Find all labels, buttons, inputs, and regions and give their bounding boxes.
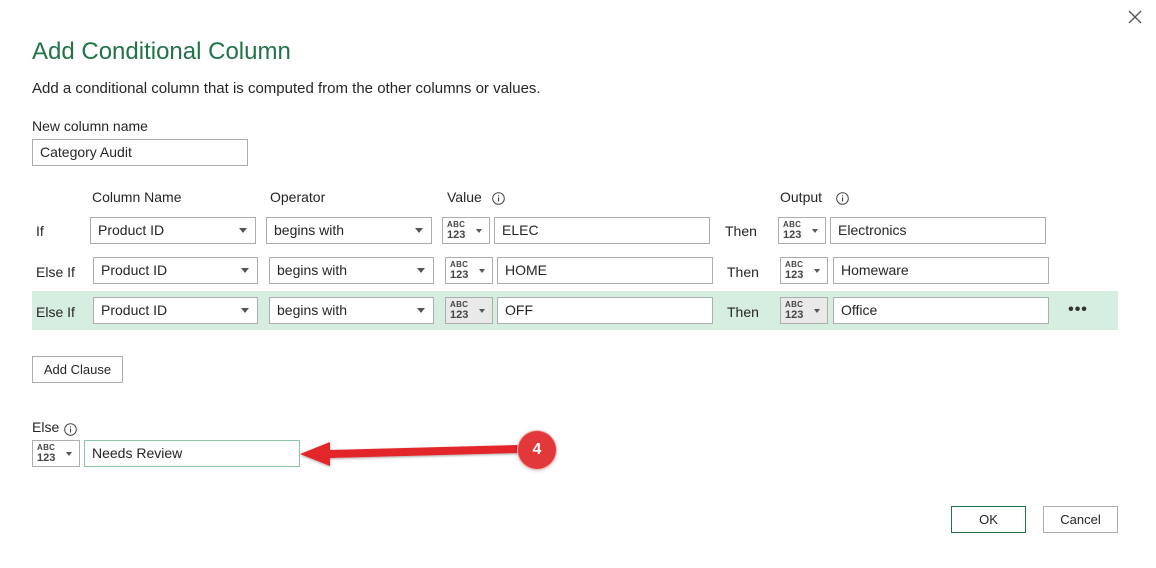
type-icon-abc: ABC xyxy=(450,300,469,309)
clause-output-input[interactable]: Office xyxy=(833,297,1049,324)
dropdown-value: begins with xyxy=(274,222,345,238)
clause-keyword: Else If xyxy=(36,304,75,320)
clause-output-input[interactable]: Electronics xyxy=(830,217,1046,244)
dialog-title: Add Conditional Column xyxy=(32,38,291,65)
type-icon-123: 123 xyxy=(37,452,56,464)
then-label: Then xyxy=(727,304,759,320)
else-label: Else xyxy=(32,419,60,435)
chevron-down-icon xyxy=(417,268,425,273)
else-info-icon[interactable] xyxy=(64,423,77,436)
else-type-button[interactable]: ABC 123 xyxy=(32,440,80,467)
clause-operator-dropdown[interactable]: begins with xyxy=(269,297,434,324)
chevron-down-icon xyxy=(241,308,249,313)
clause-keyword: Else If xyxy=(36,264,75,280)
close-icon xyxy=(1128,10,1142,24)
ok-button[interactable]: OK xyxy=(951,506,1026,533)
new-column-name-label: New column name xyxy=(32,118,148,134)
chevron-down-icon xyxy=(812,229,818,233)
dialog-subtitle: Add a conditional column that is compute… xyxy=(32,80,541,97)
value-type-button[interactable]: ABC 123 xyxy=(445,297,493,324)
dropdown-value: begins with xyxy=(277,302,348,318)
type-icon-abc: ABC xyxy=(785,260,804,269)
value-type-button[interactable]: ABC 123 xyxy=(445,257,493,284)
new-column-name-input[interactable]: Category Audit xyxy=(32,139,248,166)
more-options-button[interactable]: ••• xyxy=(1064,300,1092,320)
output-type-button[interactable]: ABC 123 xyxy=(778,217,826,244)
close-button[interactable] xyxy=(1124,6,1146,28)
output-info-icon[interactable] xyxy=(836,192,849,205)
header-operator: Operator xyxy=(270,189,326,205)
clause-value-input[interactable]: OFF xyxy=(497,297,713,324)
header-output: Output xyxy=(780,189,823,205)
clause-value-input[interactable]: HOME xyxy=(497,257,713,284)
chevron-down-icon xyxy=(476,229,482,233)
dropdown-value: Product ID xyxy=(101,302,168,318)
type-icon-abc: ABC xyxy=(37,443,56,452)
then-label: Then xyxy=(725,223,757,239)
clause-keyword: If xyxy=(36,223,44,239)
clause-value-input[interactable]: ELEC xyxy=(494,217,710,244)
header-value: Value xyxy=(447,189,482,205)
chevron-down-icon xyxy=(814,309,820,313)
type-icon-123: 123 xyxy=(450,309,469,321)
type-icon-123: 123 xyxy=(447,229,466,241)
clause-operator-dropdown[interactable]: begins with xyxy=(269,257,434,284)
dropdown-value: Product ID xyxy=(98,222,165,238)
cancel-button[interactable]: Cancel xyxy=(1043,506,1118,533)
type-icon-abc: ABC xyxy=(783,220,802,229)
clause-column-dropdown[interactable]: Product ID xyxy=(93,257,258,284)
value-info-icon[interactable] xyxy=(492,192,505,205)
chevron-down-icon xyxy=(66,452,72,456)
clause-output-input[interactable]: Homeware xyxy=(833,257,1049,284)
type-icon-123: 123 xyxy=(783,229,802,241)
else-value-input[interactable]: Needs Review xyxy=(84,440,300,467)
chevron-down-icon xyxy=(814,269,820,273)
output-type-button[interactable]: ABC 123 xyxy=(780,297,828,324)
add-clause-button[interactable]: Add Clause xyxy=(32,356,123,383)
type-icon-123: 123 xyxy=(450,269,469,281)
header-column-name: Column Name xyxy=(92,189,182,205)
chevron-down-icon xyxy=(241,268,249,273)
dropdown-value: Product ID xyxy=(101,262,168,278)
value-type-button[interactable]: ABC 123 xyxy=(442,217,490,244)
chevron-down-icon xyxy=(479,269,485,273)
type-icon-abc: ABC xyxy=(450,260,469,269)
clause-column-dropdown[interactable]: Product ID xyxy=(90,217,256,244)
chevron-down-icon xyxy=(415,228,423,233)
chevron-down-icon xyxy=(479,309,485,313)
step-number-badge: 4 xyxy=(518,431,556,469)
type-icon-123: 123 xyxy=(785,269,804,281)
chevron-down-icon xyxy=(417,308,425,313)
add-conditional-column-dialog: Add Conditional Column Add a conditional… xyxy=(0,0,1156,568)
then-label: Then xyxy=(727,264,759,280)
clause-operator-dropdown[interactable]: begins with xyxy=(266,217,432,244)
chevron-down-icon xyxy=(239,228,247,233)
output-type-button[interactable]: ABC 123 xyxy=(780,257,828,284)
clause-column-dropdown[interactable]: Product ID xyxy=(93,297,258,324)
type-icon-abc: ABC xyxy=(447,220,466,229)
type-icon-abc: ABC xyxy=(785,300,804,309)
type-icon-123: 123 xyxy=(785,309,804,321)
dropdown-value: begins with xyxy=(277,262,348,278)
